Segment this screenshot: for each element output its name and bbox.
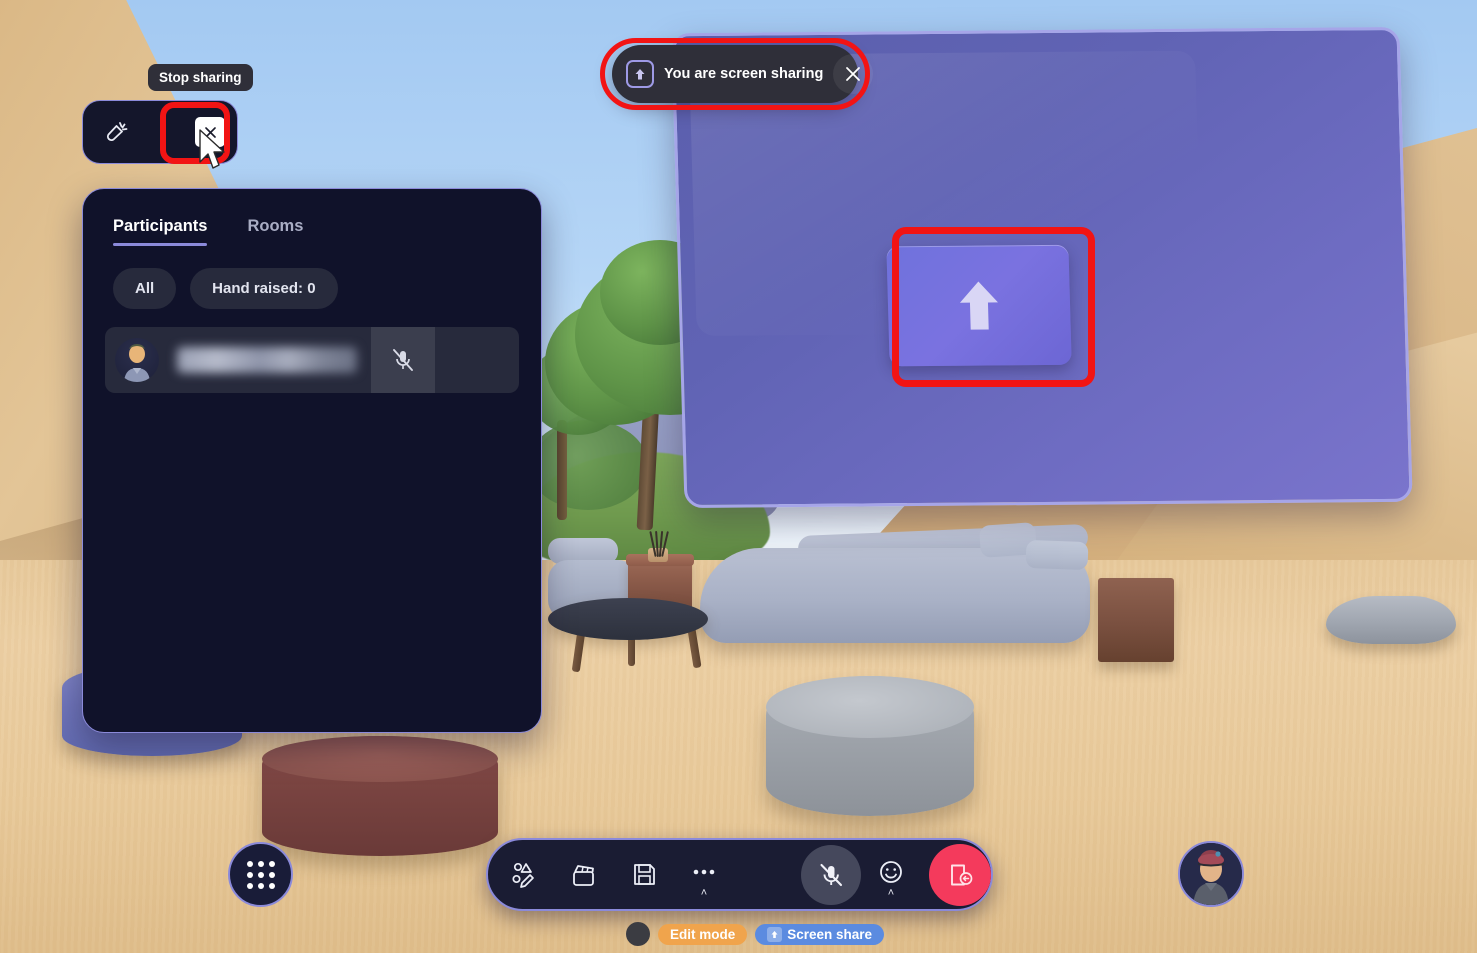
tree-trunk-small bbox=[557, 420, 567, 520]
status-indicator-dot bbox=[626, 922, 650, 946]
reactions-button[interactable]: ˄ bbox=[861, 845, 921, 905]
emoji-icon bbox=[880, 860, 902, 883]
status-badge-edit-mode[interactable]: Edit mode bbox=[658, 923, 748, 945]
share-screen-icon bbox=[767, 926, 783, 942]
avatar bbox=[115, 338, 159, 382]
filter-hand-raised[interactable]: Hand raised: 0 bbox=[190, 268, 338, 309]
mouse-cursor bbox=[199, 129, 225, 169]
apps-grid-button[interactable] bbox=[228, 842, 293, 907]
participant-list bbox=[83, 309, 541, 393]
participant-row[interactable] bbox=[105, 327, 519, 393]
apps-grid-icon bbox=[246, 860, 275, 889]
maroon-ottoman-top bbox=[262, 736, 498, 782]
media-clapperboard-button[interactable] bbox=[554, 845, 614, 905]
annotation-box-banner bbox=[600, 38, 870, 110]
leave-room-button[interactable] bbox=[929, 843, 991, 906]
build-mode-button[interactable] bbox=[494, 845, 554, 905]
status-bar: Edit mode Screen share bbox=[626, 922, 885, 946]
tab-rooms[interactable]: Rooms bbox=[247, 217, 303, 246]
panel-tabs: Participants Rooms bbox=[83, 189, 541, 246]
more-icon bbox=[693, 869, 715, 874]
save-button[interactable] bbox=[614, 845, 674, 905]
more-options-button[interactable]: ˄ bbox=[674, 845, 734, 905]
build-mode-icon bbox=[512, 862, 534, 888]
wooden-block-stool bbox=[1098, 578, 1174, 662]
participant-name-blurred bbox=[177, 347, 357, 373]
chevron-up-icon: ˄ bbox=[700, 886, 708, 899]
status-badge-screen-share-label: Screen share bbox=[787, 926, 873, 942]
clapperboard-icon bbox=[573, 864, 594, 886]
bottom-toolbar: ˄ ˄ bbox=[486, 838, 993, 911]
filter-all[interactable]: All bbox=[113, 268, 177, 309]
microphone-muted-icon bbox=[820, 863, 843, 886]
tab-participants[interactable]: Participants bbox=[113, 217, 208, 246]
save-icon bbox=[633, 864, 655, 885]
user-avatar-button[interactable] bbox=[1178, 841, 1244, 907]
user-avatar-icon bbox=[1180, 843, 1242, 905]
participants-panel: Participants Rooms All Hand raised: 0 bbox=[82, 188, 542, 733]
chevron-up-icon: ˄ bbox=[887, 886, 895, 899]
leave-room-icon bbox=[951, 864, 973, 885]
stop-sharing-tooltip: Stop sharing bbox=[148, 64, 253, 91]
grey-ottoman-top bbox=[766, 676, 974, 738]
decorative-rock bbox=[1326, 596, 1456, 644]
annotation-box-screen-share bbox=[892, 227, 1095, 387]
status-badge-screen-share[interactable]: Screen share bbox=[755, 923, 885, 945]
decorative-sticks bbox=[649, 527, 669, 558]
microphone-muted-icon[interactable] bbox=[371, 327, 435, 393]
megaphone-icon[interactable] bbox=[95, 110, 139, 154]
participant-filters: All Hand raised: 0 bbox=[83, 246, 541, 309]
microphone-mute-button[interactable] bbox=[801, 844, 861, 905]
coffee-table bbox=[548, 598, 708, 640]
sofa-pillow bbox=[1025, 539, 1089, 571]
status-badge-edit-mode-label: Edit mode bbox=[670, 926, 736, 942]
